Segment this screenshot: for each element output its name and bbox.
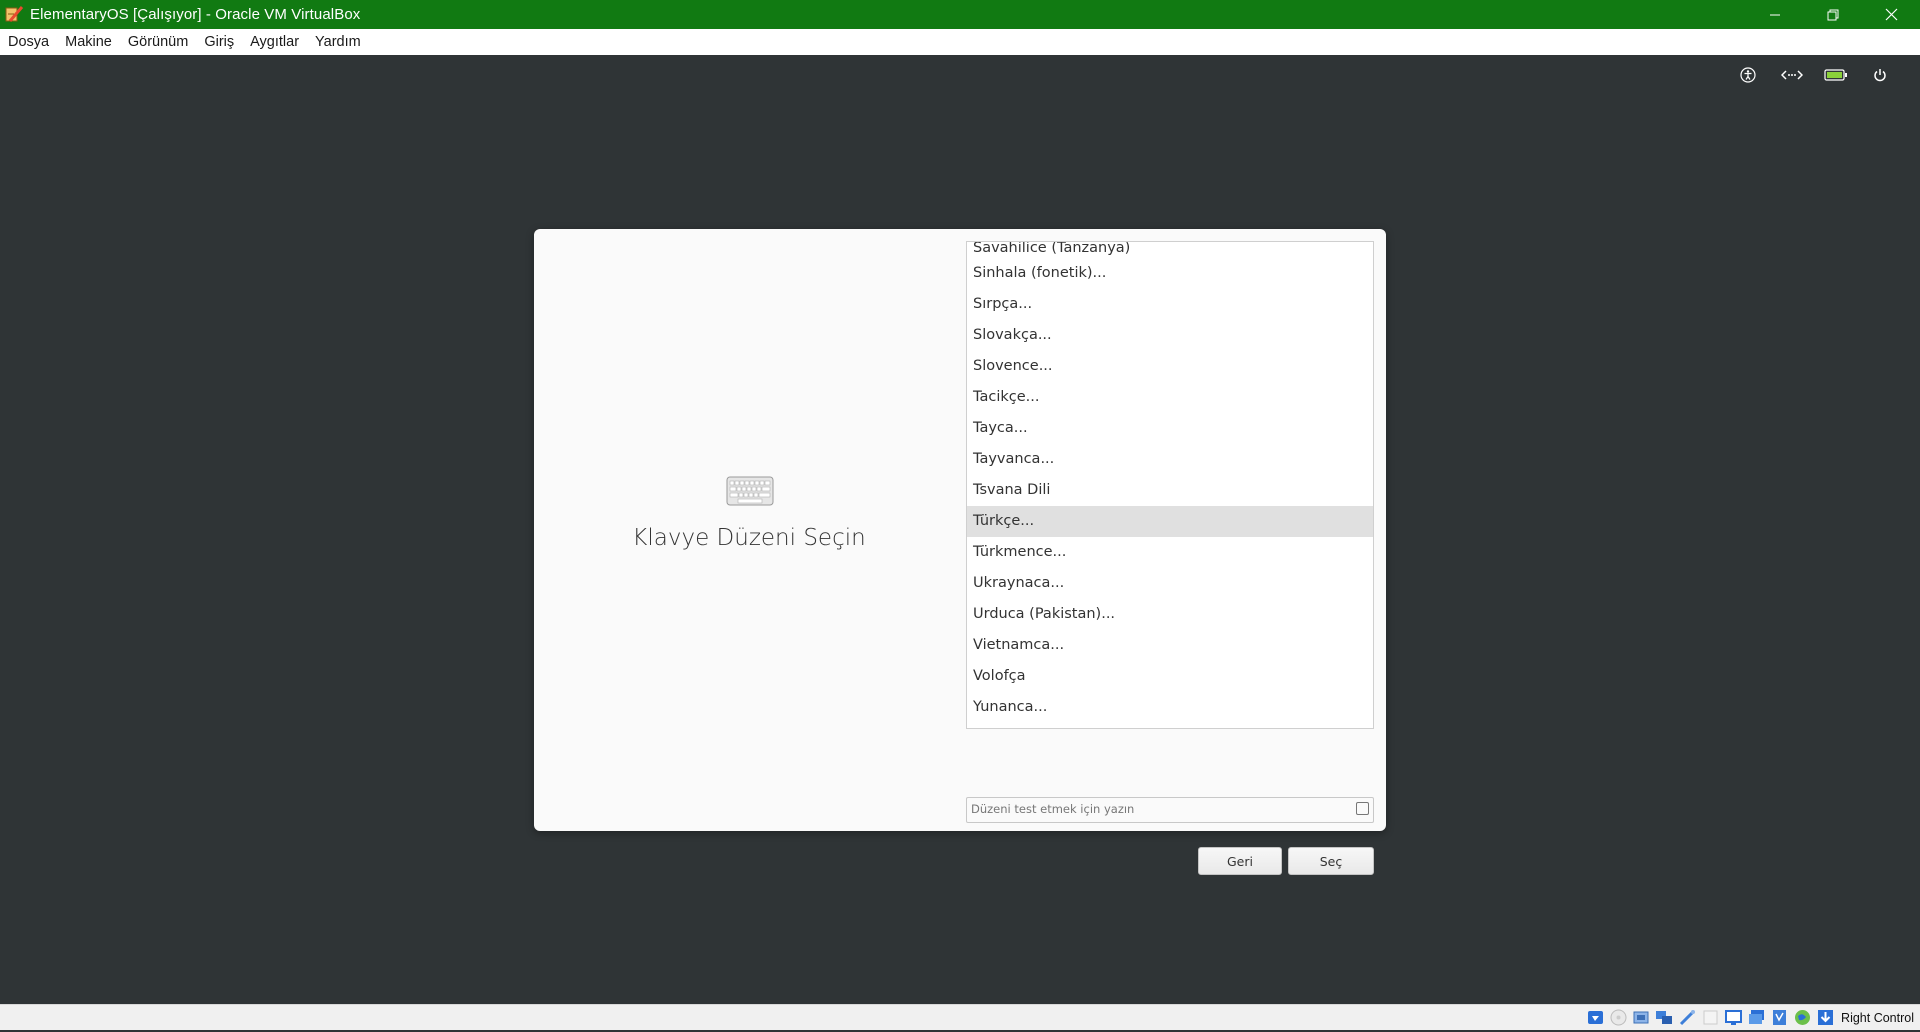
battery-icon [1824,69,1847,81]
menu-gorunum[interactable]: Görünüm [120,29,196,55]
list-item[interactable]: Tayca... [967,413,1373,444]
keyboard-preview-icon[interactable] [1356,802,1369,815]
menu-yardim[interactable]: Yardım [307,29,369,55]
network-button[interactable] [1770,60,1814,90]
list-item[interactable]: Tayvanca... [967,444,1373,475]
select-button[interactable]: Seç [1288,847,1374,875]
hard-disk-icon[interactable] [1586,1008,1605,1027]
virtualbox-app-icon [4,5,24,25]
menubar: Dosya Makine Görünüm Giriş Aygıtlar Yard… [0,29,1920,55]
close-icon [1885,8,1897,21]
layout-test-input[interactable] [967,798,1345,820]
list-item[interactable]: Türkmence... [967,537,1373,568]
window-titlebar: ElementaryOS [Çalışıyor] - Oracle VM Vir… [0,0,1920,29]
power-icon [1874,69,1886,82]
menu-dosya[interactable]: Dosya [0,29,57,55]
list-item[interactable]: Urduca (Pakistan)... [967,599,1373,630]
restore-button[interactable] [1804,0,1862,29]
power-button[interactable] [1858,60,1902,90]
audio-icon[interactable] [1632,1008,1651,1027]
menu-giris[interactable]: Giriş [196,29,242,55]
close-button[interactable] [1862,0,1920,29]
dialog-header-panel: Klavye Düzeni Seçin [534,229,964,831]
network-icon [1781,70,1803,80]
mouse-integration-icon[interactable] [1793,1008,1812,1027]
list-item[interactable]: Savahilice (Tanzanya) [967,242,1373,258]
list-item[interactable]: Sırpça... [967,289,1373,320]
guest-display[interactable]: Klavye Düzeni Seçin Savahilice (Tanzanya… [0,55,1920,1004]
restore-icon [1827,9,1839,20]
video-capture-icon[interactable] [1747,1008,1766,1027]
accessibility-button[interactable] [1726,60,1770,90]
list-item[interactable]: Tsvana Dili [967,475,1373,506]
list-item[interactable]: Slovakça... [967,320,1373,351]
list-item[interactable]: Yunanca... [967,692,1373,723]
list-item[interactable]: Sinhala (fonetik)... [967,258,1373,289]
shared-folders-icon[interactable] [1701,1008,1720,1027]
layout-test-field [966,797,1374,823]
network-adapter-icon[interactable] [1655,1008,1674,1027]
guest-system-tray [1726,60,1902,90]
battery-button[interactable] [1814,60,1858,90]
list-item-selected[interactable]: Türkçe... [967,506,1373,537]
list-item[interactable]: Tacikçe... [967,382,1373,413]
keyboard-layout-dialog: Klavye Düzeni Seçin Savahilice (Tanzanya… [534,229,1386,875]
optical-disk-icon[interactable] [1609,1008,1628,1027]
menu-makine[interactable]: Makine [57,29,120,55]
window-title: ElementaryOS [Çalışıyor] - Oracle VM Vir… [30,6,361,23]
keyboard-icon [726,475,774,512]
menu-aygitlar[interactable]: Aygıtlar [242,29,307,55]
host-key-label: Right Control [1841,1010,1914,1025]
usb-icon[interactable] [1678,1008,1697,1027]
cpu-icon[interactable] [1770,1008,1789,1027]
list-item[interactable]: Volofça [967,661,1373,692]
list-item[interactable]: Vietnamca... [967,630,1373,661]
minimize-icon [1770,14,1780,15]
minimize-button[interactable] [1746,0,1804,29]
dialog-title: Klavye Düzeni Seçin [632,525,866,551]
display-icon[interactable] [1724,1008,1743,1027]
keyboard-capture-icon[interactable] [1816,1008,1835,1027]
list-item[interactable]: Ukraynaca... [967,568,1373,599]
virtualbox-statusbar: Right Control [0,1004,1920,1030]
list-item[interactable]: Slovence... [967,351,1373,382]
accessibility-icon [1740,67,1756,83]
back-button[interactable]: Geri [1198,847,1282,875]
keyboard-layout-list[interactable]: Savahilice (Tanzanya) Sinhala (fonetik).… [966,241,1374,729]
